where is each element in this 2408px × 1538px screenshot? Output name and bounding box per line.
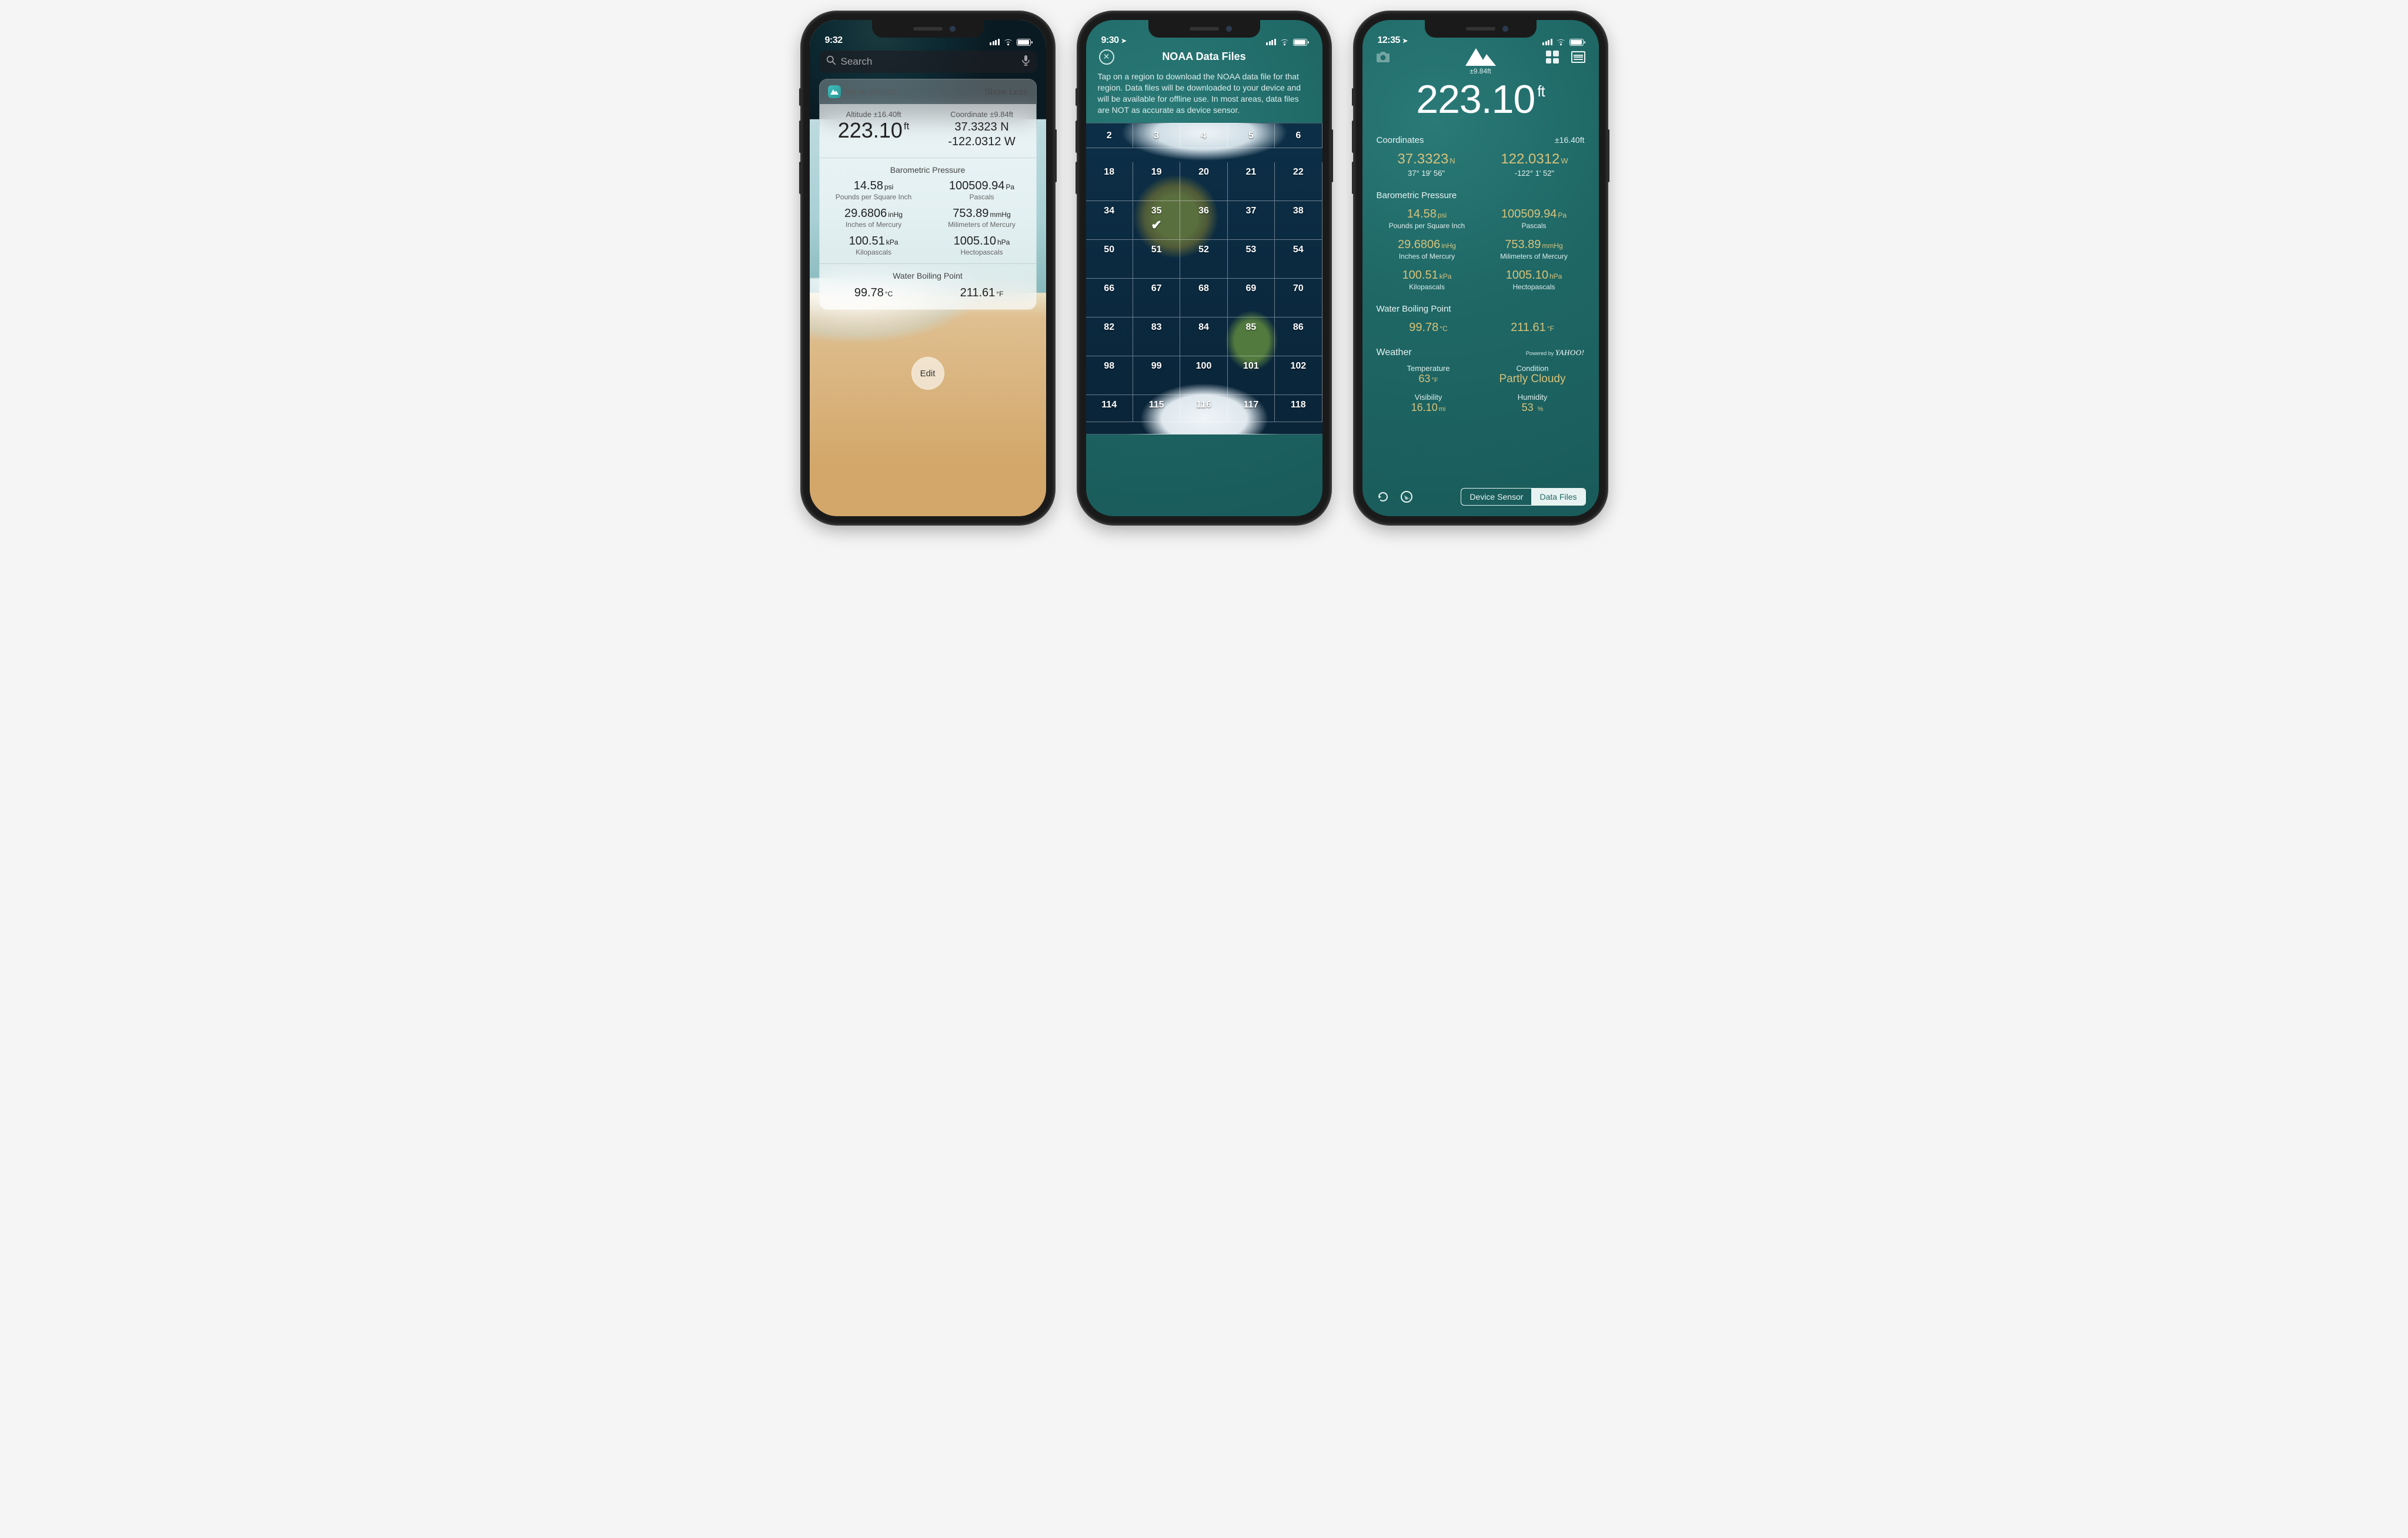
coordinate-value: 37.3323 N -122.0312 W	[934, 120, 1030, 149]
coordinates-values: 37.3323N 37° 19' 56" 122.0312W -122° 1' …	[1377, 151, 1585, 178]
battery-icon	[1017, 39, 1031, 46]
phone-widget-screen: 9:32 Search MY ALTITUDE Show Less	[801, 12, 1054, 524]
region-tile-3[interactable]: 3	[1133, 123, 1180, 148]
battery-icon	[1293, 39, 1307, 46]
region-tile-98[interactable]: 98	[1086, 356, 1133, 395]
coordinates-tolerance: ±16.40ft	[1555, 135, 1585, 145]
boiling-celsius: 99.78°C	[826, 286, 922, 300]
cellular-signal-icon	[1266, 39, 1276, 45]
region-tile-21[interactable]: 21	[1228, 162, 1275, 201]
app-icon	[828, 85, 841, 98]
widget-title: MY ALTITUDE	[846, 88, 899, 96]
instructions-text: Tap on a region to download the NOAA dat…	[1086, 66, 1322, 123]
location-icon: ➤	[1402, 37, 1408, 45]
wifi-icon	[1280, 38, 1290, 46]
region-tile-101[interactable]: 101	[1228, 356, 1275, 395]
search-placeholder: Search	[841, 56, 1017, 68]
region-tile-20[interactable]: 20	[1180, 162, 1227, 201]
region-tile-117[interactable]: 117	[1228, 395, 1275, 422]
region-tile-36[interactable]: 36	[1180, 201, 1227, 240]
boiling-values: 99.78°C 211.61°F	[1377, 321, 1585, 335]
region-tile-5[interactable]: 5	[1228, 123, 1275, 148]
edit-widgets-button[interactable]: Edit	[911, 357, 944, 390]
show-less-button[interactable]: Show Less	[984, 87, 1027, 97]
page-title: NOAA Data Files	[1162, 51, 1245, 63]
wifi-icon	[1003, 38, 1013, 46]
region-tile-51[interactable]: 51	[1133, 240, 1180, 279]
boiling-fahrenheit: 211.61°F	[934, 286, 1030, 300]
list-view-icon[interactable]	[1571, 49, 1586, 65]
region-tile-67[interactable]: 67	[1133, 279, 1180, 317]
region-tile-35[interactable]: 35✔	[1133, 201, 1180, 240]
region-tile-52[interactable]: 52	[1180, 240, 1227, 279]
region-tile-6[interactable]: 6	[1275, 123, 1322, 148]
source-segmented-control[interactable]: Device Sensor Data Files	[1461, 488, 1585, 506]
segment-device-sensor[interactable]: Device Sensor	[1461, 489, 1531, 505]
region-tile-38[interactable]: 38	[1275, 201, 1322, 240]
region-tile-37[interactable]: 37	[1228, 201, 1275, 240]
pressure-title: Barometric Pressure	[1377, 190, 1585, 200]
phone-noaa-screen: 9:30➤ ✕ NOAA Data Files Tap on a region …	[1078, 12, 1331, 524]
microphone-icon[interactable]	[1022, 55, 1030, 69]
spotlight-search[interactable]: Search	[819, 51, 1037, 73]
altitude-value: 223.10ft	[826, 120, 922, 141]
region-tile-68[interactable]: 68	[1180, 279, 1227, 317]
region-tile-4[interactable]: 4	[1180, 123, 1227, 148]
region-tile-118[interactable]: 118	[1275, 395, 1322, 422]
coordinates-label: Coordinates	[1377, 135, 1424, 145]
region-tile-70[interactable]: 70	[1275, 279, 1322, 317]
region-tile-69[interactable]: 69	[1228, 279, 1275, 317]
region-tile-22[interactable]: 22	[1275, 162, 1322, 201]
region-tile-100[interactable]: 100	[1180, 356, 1227, 395]
region-tile-19[interactable]: 19	[1133, 162, 1180, 201]
grid-view-icon[interactable]	[1545, 49, 1560, 65]
location-icon: ➤	[1121, 37, 1127, 45]
region-tile-102[interactable]: 102	[1275, 356, 1322, 395]
cellular-signal-icon	[1542, 39, 1552, 45]
region-tile-84[interactable]: 84	[1180, 317, 1227, 356]
boiling-title: Water Boiling Point	[1377, 304, 1585, 314]
close-button[interactable]: ✕	[1099, 49, 1114, 65]
pressure-title: Barometric Pressure	[820, 165, 1036, 175]
boiling-title: Water Boiling Point	[820, 271, 1036, 280]
checkmark-icon: ✔	[1151, 218, 1161, 233]
refresh-icon[interactable]	[1375, 489, 1391, 504]
altitude-label: Altitude ±16.40ft	[826, 110, 922, 119]
region-tile-85[interactable]: 85	[1228, 317, 1275, 356]
region-tile-99[interactable]: 99	[1133, 356, 1180, 395]
region-tile-50[interactable]: 50	[1086, 240, 1133, 279]
region-tile-115[interactable]: 115	[1133, 395, 1180, 422]
coordinate-label: Coordinate ±9.84ft	[934, 110, 1030, 119]
region-tile-66[interactable]: 66	[1086, 279, 1133, 317]
segment-data-files[interactable]: Data Files	[1531, 489, 1585, 505]
battery-icon	[1569, 39, 1584, 46]
camera-icon[interactable]	[1375, 49, 1391, 65]
region-tile-53[interactable]: 53	[1228, 240, 1275, 279]
search-icon	[826, 55, 836, 68]
weather-label: Weather	[1377, 347, 1412, 358]
region-tile-82[interactable]: 82	[1086, 317, 1133, 356]
region-tile-114[interactable]: 114	[1086, 395, 1133, 422]
pressure-grid: 14.58psiPounds per Square Inch 100509.94…	[820, 179, 1036, 256]
region-tile-2[interactable]: 2	[1086, 123, 1133, 148]
region-tile-83[interactable]: 83	[1133, 317, 1180, 356]
region-tile-34[interactable]: 34	[1086, 201, 1133, 240]
region-map: 23456 1819202122 3435✔363738 5051525354 …	[1086, 123, 1322, 434]
wifi-icon	[1556, 38, 1566, 46]
altitude-value: 223.10ft	[1377, 76, 1585, 122]
pressure-grid: 14.58psiPounds per Square Inch 100509.94…	[1377, 208, 1585, 291]
weather-attribution: Powered by YAHOO!	[1526, 348, 1585, 357]
altitude-widget[interactable]: MY ALTITUDE Show Less Altitude ±16.40ft …	[819, 79, 1037, 310]
weather-grid: Temperature63°F ConditionPartly Cloudy V…	[1377, 364, 1585, 414]
cellular-signal-icon	[990, 39, 1000, 45]
region-tile-54[interactable]: 54	[1275, 240, 1322, 279]
region-tile-86[interactable]: 86	[1275, 317, 1322, 356]
globe-icon[interactable]	[1399, 489, 1414, 504]
region-tile-18[interactable]: 18	[1086, 162, 1133, 201]
phone-main-app-screen: 12:35➤ ±9.84ft	[1354, 12, 1607, 524]
region-tile-116[interactable]: 116	[1180, 395, 1227, 422]
